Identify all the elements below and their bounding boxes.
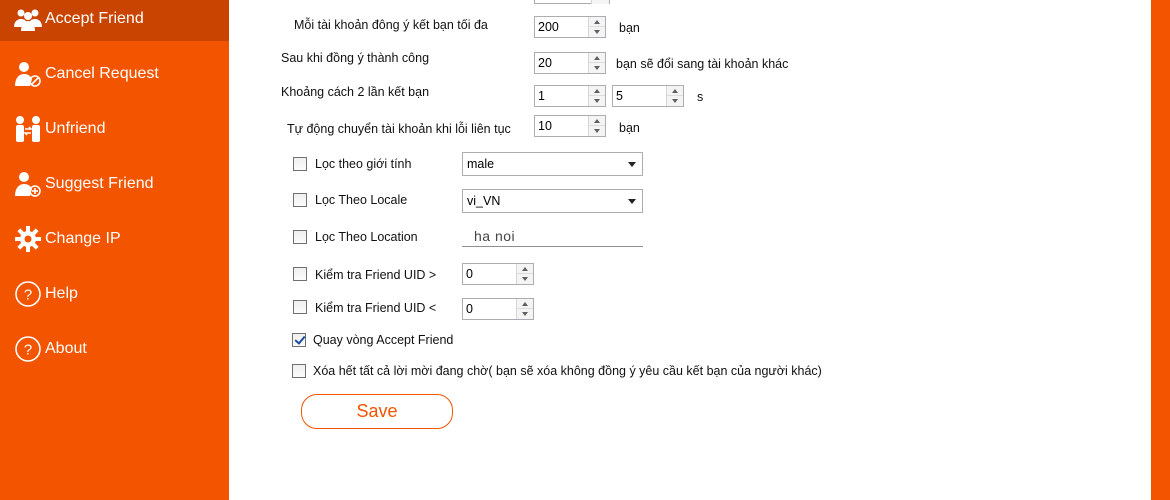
sidebar-item-label: Change IP xyxy=(45,230,121,247)
spin-up-button[interactable] xyxy=(589,17,605,27)
sidebar-item-label: Accept Friend xyxy=(45,10,144,27)
filter-locale-label: Lọc Theo Locale xyxy=(315,193,408,207)
location-input-value: ha noi xyxy=(474,228,516,244)
filter-gender-label: Lọc theo giới tính xyxy=(315,157,412,171)
after-success-label: Sau khi đồng ý thành công xyxy=(281,51,430,65)
save-button[interactable]: Save xyxy=(301,394,453,429)
sidebar-item-label: Suggest Friend xyxy=(45,175,154,192)
sidebar-item-help[interactable]: ? Help xyxy=(0,272,229,316)
auto-switch-stepper[interactable]: 10 xyxy=(534,115,606,137)
uid-lt-value: 0 xyxy=(466,302,473,316)
spin-up-button[interactable] xyxy=(517,299,533,309)
uid-gt-checkbox[interactable] xyxy=(293,267,307,281)
spin-down-button[interactable] xyxy=(589,96,605,106)
sidebar-item-unfriend[interactable]: Unfriend xyxy=(0,107,229,151)
svg-text:?: ? xyxy=(24,287,32,304)
filter-location-label: Lọc Theo Location xyxy=(315,230,418,244)
gender-select-value: male xyxy=(467,157,495,171)
chevron-down-icon xyxy=(628,199,636,204)
rotate-accept-checkbox[interactable] xyxy=(292,333,306,347)
spin-up-button[interactable] xyxy=(589,116,605,126)
locale-select-value: vi_VN xyxy=(467,194,501,208)
auto-switch-unit: bạn xyxy=(619,121,640,135)
uid-lt-stepper[interactable]: 0 xyxy=(462,298,534,320)
max-accept-stepper[interactable]: 200 xyxy=(534,16,606,38)
gear-icon xyxy=(13,224,43,254)
chevron-down-icon xyxy=(628,162,636,167)
spin-down-button[interactable] xyxy=(589,27,605,37)
max-accept-unit: bạn xyxy=(619,21,640,35)
user-add-icon xyxy=(13,169,43,199)
sidebar-item-label: About xyxy=(45,340,87,357)
gender-select[interactable]: male xyxy=(462,152,643,176)
interval-unit: s xyxy=(697,90,704,104)
uid-lt-label: Kiểm tra Friend UID < xyxy=(315,301,437,315)
max-accept-value: 200 xyxy=(538,20,559,34)
question-circle-icon: ? xyxy=(13,334,43,364)
question-circle-icon: ? xyxy=(13,279,43,309)
interval-min-stepper[interactable]: 1 xyxy=(534,85,606,107)
spin-down-button[interactable] xyxy=(589,126,605,136)
uid-gt-value: 0 xyxy=(466,267,473,281)
sidebar: Accept Friend Cancel Request Unfriend Su… xyxy=(0,0,229,500)
interval-min-value: 1 xyxy=(538,89,545,103)
interval-max-stepper[interactable]: 5 xyxy=(612,85,684,107)
interval-label: Khoảng cách 2 lần kết bạn xyxy=(281,85,430,99)
scrolled-off-spinner xyxy=(591,0,609,4)
user-cancel-icon xyxy=(13,59,43,89)
auto-switch-value: 10 xyxy=(538,119,552,133)
uid-lt-checkbox[interactable] xyxy=(293,300,307,314)
filter-locale-checkbox[interactable] xyxy=(293,193,307,207)
interval-max-value: 5 xyxy=(616,89,623,103)
group-users-icon xyxy=(13,4,43,34)
after-success-unit: bạn sẽ đổi sang tài khoản khác xyxy=(616,57,789,71)
clear-pending-label: Xóa hết tất cả lời mời đang chờ( bạn sẽ … xyxy=(313,364,822,378)
filter-gender-checkbox[interactable] xyxy=(293,157,307,171)
auto-switch-label: Tự động chuyển tài khoản khi lỗi liên tụ… xyxy=(287,122,511,136)
uid-gt-stepper[interactable]: 0 xyxy=(462,263,534,285)
sidebar-item-about[interactable]: ? About xyxy=(0,327,229,371)
location-input[interactable]: ha noi xyxy=(462,227,643,247)
spin-down-button[interactable] xyxy=(667,96,683,106)
sidebar-item-cancel-request[interactable]: Cancel Request xyxy=(0,52,229,96)
after-success-stepper[interactable]: 20 xyxy=(534,52,606,74)
filter-location-checkbox[interactable] xyxy=(293,230,307,244)
uid-gt-label: Kiểm tra Friend UID > xyxy=(315,268,437,282)
spin-up-button[interactable] xyxy=(517,264,533,274)
sidebar-item-suggest-friend[interactable]: Suggest Friend xyxy=(0,162,229,206)
locale-select[interactable]: vi_VN xyxy=(462,189,643,213)
sidebar-item-label: Cancel Request xyxy=(45,65,159,82)
spin-up-button[interactable] xyxy=(589,53,605,63)
users-unfriend-icon xyxy=(13,114,43,144)
spin-down-button[interactable] xyxy=(517,309,533,319)
spin-up-button[interactable] xyxy=(589,86,605,96)
sidebar-item-label: Help xyxy=(45,285,78,302)
rotate-accept-label: Quay vòng Accept Friend xyxy=(313,333,454,347)
spin-up-button[interactable] xyxy=(667,86,683,96)
settings-panel: Mỗi tài khoản đông ý kết bạn tối đa 200 … xyxy=(229,0,1151,500)
clear-pending-checkbox[interactable] xyxy=(292,364,306,378)
spin-down-button[interactable] xyxy=(589,63,605,73)
max-accept-label: Mỗi tài khoản đông ý kết bạn tối đa xyxy=(294,18,488,32)
sidebar-item-accept-friend[interactable]: Accept Friend xyxy=(0,0,229,41)
svg-text:?: ? xyxy=(24,342,32,359)
after-success-value: 20 xyxy=(538,56,552,70)
sidebar-item-label: Unfriend xyxy=(45,120,106,137)
right-border xyxy=(1151,0,1170,500)
sidebar-item-change-ip[interactable]: Change IP xyxy=(0,217,229,261)
spin-down-button[interactable] xyxy=(517,274,533,284)
